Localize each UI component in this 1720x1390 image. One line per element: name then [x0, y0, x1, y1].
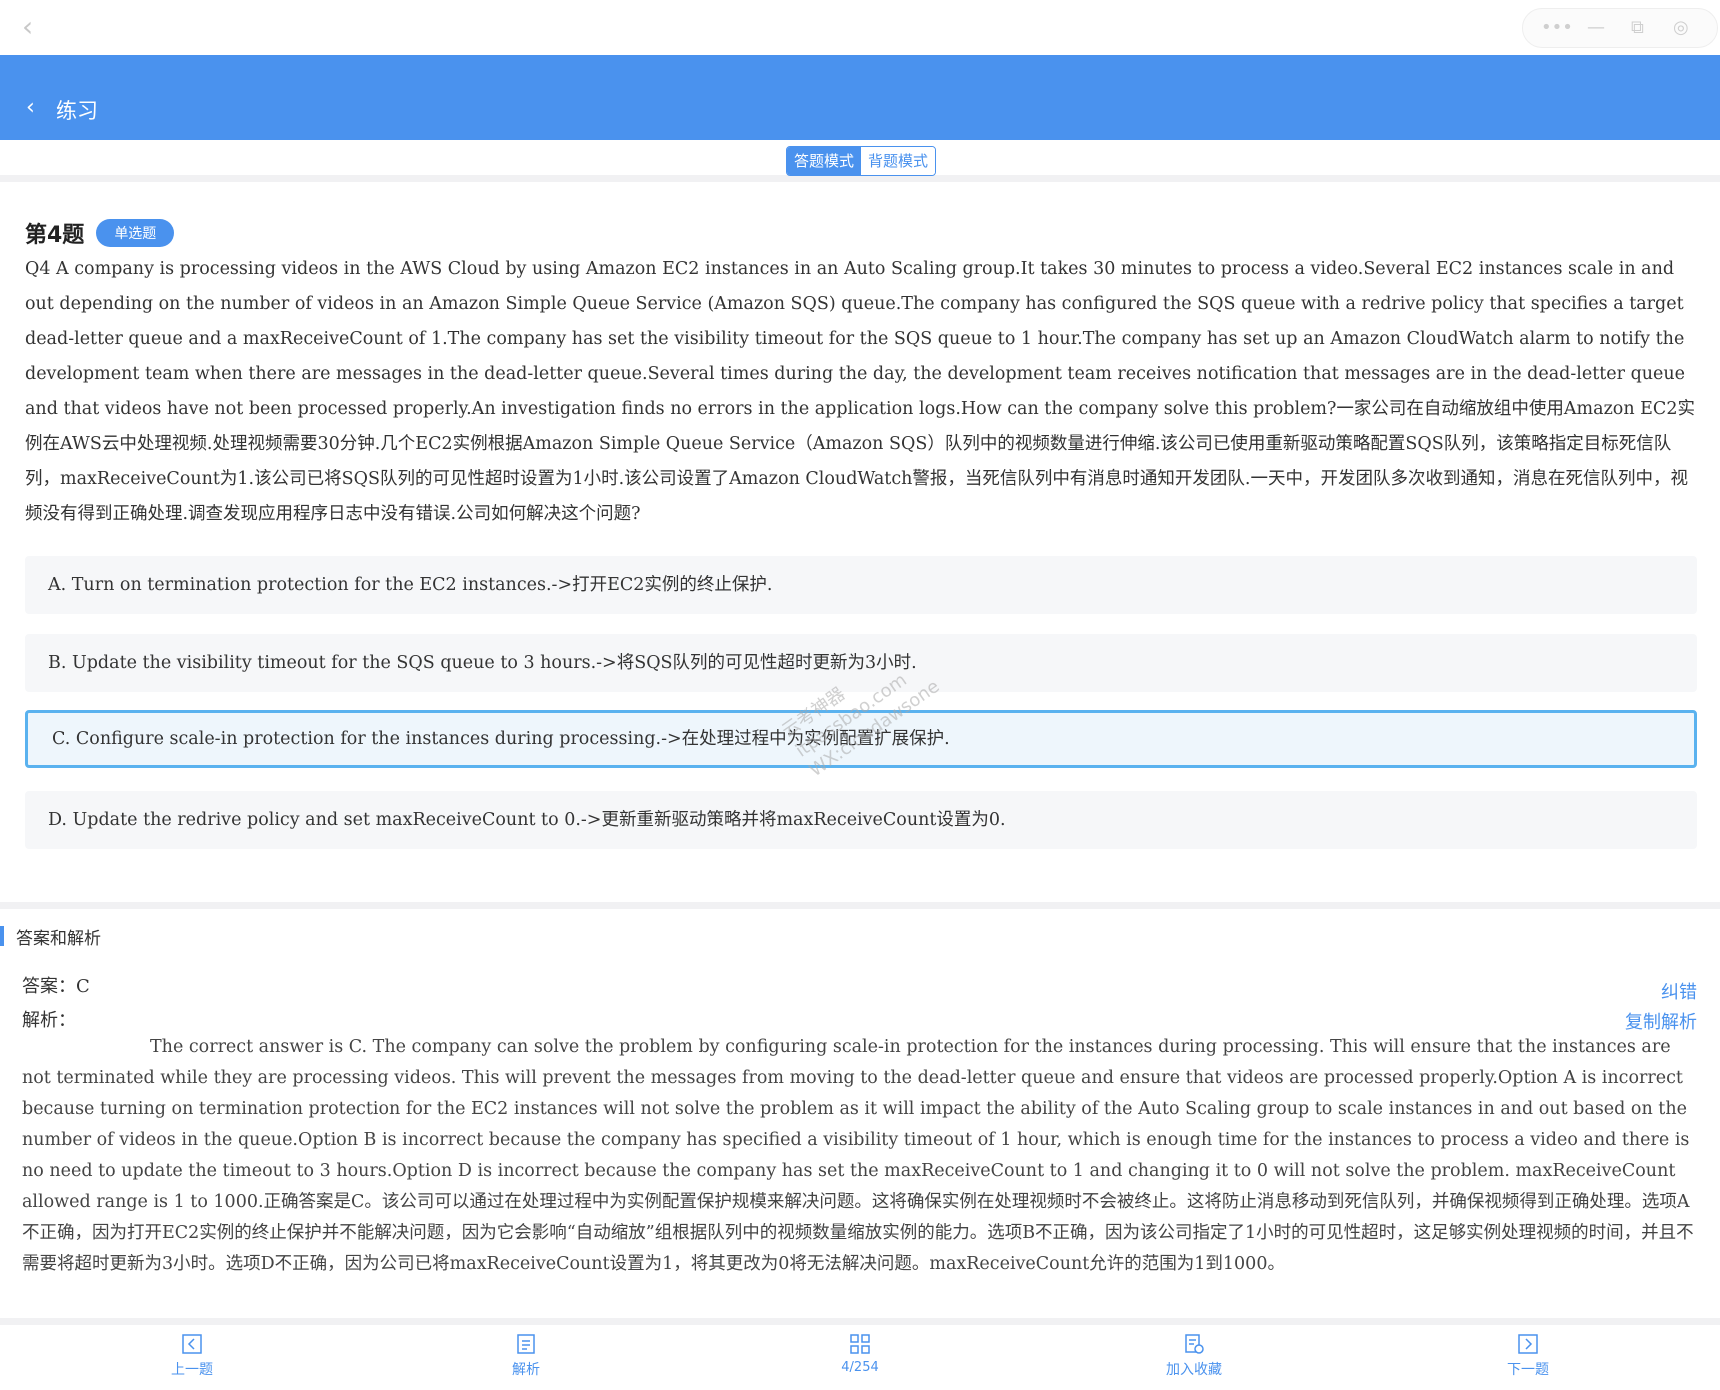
bottom-nav: 上一题 解析 4/254 加入收藏 下一题 [0, 1325, 1720, 1390]
option-c[interactable]: C. Configure scale-in protection for the… [25, 710, 1697, 768]
option-b[interactable]: B. Update the visibility timeout for the… [25, 634, 1697, 692]
section-divider [0, 902, 1720, 909]
mode-toggle: 答题模式 背题模式 [786, 146, 936, 176]
progress-label: 4/254 [841, 1360, 879, 1375]
question-grid-button[interactable]: 4/254 [800, 1333, 920, 1375]
question-type-badge: 单选题 [96, 219, 175, 247]
more-dots-icon[interactable]: ••• [1541, 17, 1573, 38]
chevron-right-box-icon [1518, 1334, 1538, 1354]
answer-section-title: 答案和解析 [0, 924, 101, 949]
document-icon [517, 1334, 535, 1354]
answer-line: 答案：C [22, 972, 90, 998]
grid-icon [850, 1334, 870, 1354]
chevron-left-icon[interactable]: ‹ [22, 12, 52, 42]
next-question-button[interactable]: 下一题 [1468, 1333, 1588, 1379]
minimize-icon[interactable]: — [1587, 17, 1605, 38]
page-header: ‹ 练习 [0, 55, 1720, 140]
report-error-link[interactable]: 纠错 [1661, 978, 1697, 1004]
answer-label: 答案： [22, 976, 76, 997]
prev-question-button[interactable]: 上一题 [132, 1333, 252, 1379]
answer-section-label: 答案和解析 [16, 928, 101, 949]
answer-mode-tab[interactable]: 答题模式 [787, 147, 861, 175]
analysis-button[interactable]: 解析 [466, 1333, 586, 1379]
page-title: 练习 [56, 99, 98, 123]
chevron-left-box-icon [182, 1334, 202, 1354]
close-circle-icon[interactable]: ◎ [1673, 17, 1689, 38]
add-favorite-label: 加入收藏 [1166, 1362, 1222, 1378]
question-text: Q4 A company is processing videos in the… [25, 259, 1695, 524]
analysis-label-nav: 解析 [512, 1362, 540, 1378]
answer-value: C [76, 976, 90, 997]
add-favorite-button[interactable]: 加入收藏 [1134, 1333, 1254, 1379]
mode-bar: 答题模式 背题模式 [0, 140, 1720, 182]
window-topbar: ‹ ••• — ⧉ ◎ [0, 0, 1720, 55]
analysis-label: 解析： [22, 1010, 76, 1031]
restore-icon[interactable]: ⧉ [1631, 17, 1644, 38]
back-button[interactable]: ‹ [26, 95, 35, 120]
option-d[interactable]: D. Update the redrive policy and set max… [25, 791, 1697, 849]
bottom-divider [0, 1318, 1720, 1325]
favorite-doc-icon [1185, 1334, 1204, 1354]
next-question-label: 下一题 [1507, 1362, 1549, 1378]
section-accent-bar [0, 926, 4, 946]
question-number: 第4题 [25, 223, 85, 248]
analysis-text: The correct answer is C. The company can… [22, 1037, 1694, 1274]
recite-mode-tab[interactable]: 背题模式 [861, 147, 935, 175]
option-a[interactable]: A. Turn on termination protection for th… [25, 556, 1697, 614]
copy-analysis-link[interactable]: 复制解析 [1625, 1008, 1697, 1034]
window-capsule: ••• — ⧉ ◎ [1522, 8, 1718, 48]
question-heading: 第4题 单选题 [25, 218, 175, 248]
prev-question-label: 上一题 [171, 1362, 213, 1378]
